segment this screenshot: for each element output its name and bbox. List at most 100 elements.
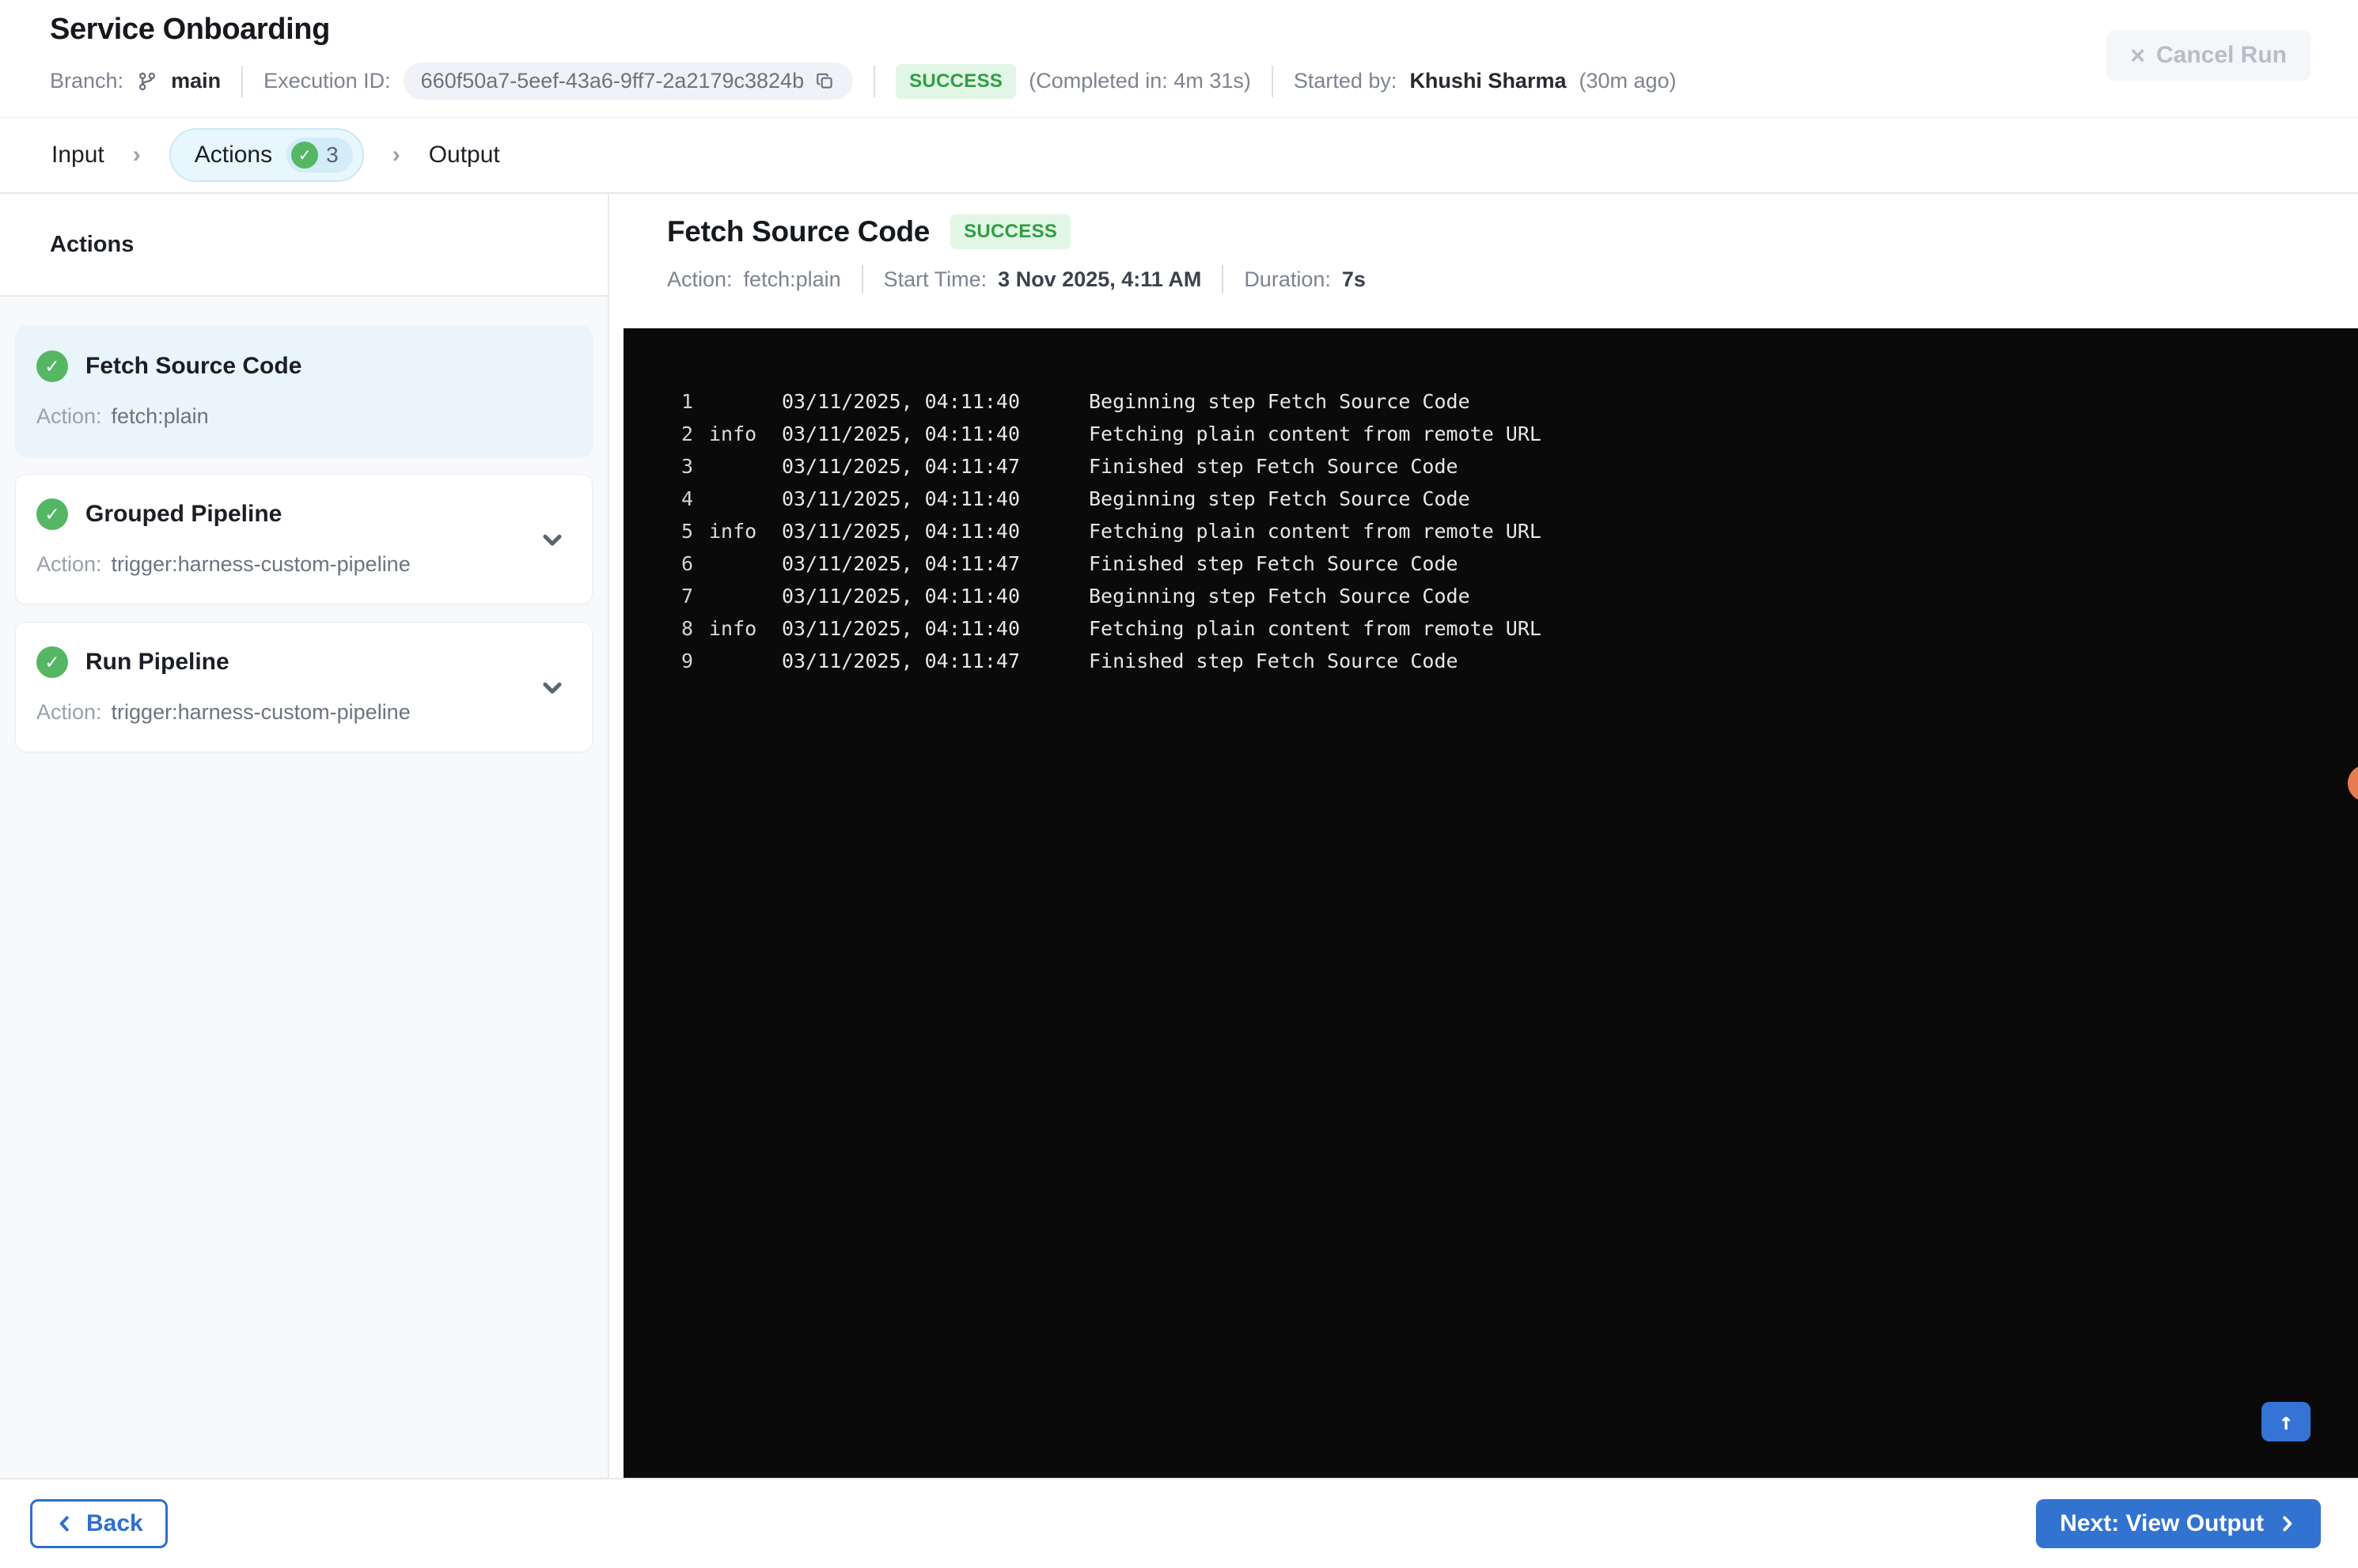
back-button[interactable]: Back (30, 1499, 168, 1548)
action-card-title: Grouped Pipeline (85, 501, 282, 527)
divider (1271, 65, 1273, 97)
action-detail-panel: Fetch Source Code SUCCESS Action: fetch:… (609, 194, 2358, 1478)
sidebar-heading: Actions (50, 231, 135, 257)
log-time: 03/11/2025, 04:11:40 (782, 617, 1021, 640)
log-num: 8 (680, 617, 693, 640)
footer-bar: Back Next: View Output (0, 1478, 2358, 1568)
chevron-right-icon: › (392, 142, 400, 168)
check-icon: ✓ (36, 350, 68, 382)
copy-icon[interactable] (815, 71, 836, 92)
execution-id-label: Execution ID: (263, 69, 391, 93)
action-label: Action: (36, 700, 102, 724)
log-line: 4 03/11/2025, 04:11:40 Beginning step Fetc… (624, 483, 2358, 515)
log-msg: Finished step Fetch Source Code (1089, 455, 1458, 478)
log-num: 7 (680, 585, 693, 608)
log-line: 6 03/11/2025, 04:11:47 Finished step Fetch… (624, 547, 2358, 580)
actions-sidebar: Actions ✓ Fetch Source Code Action: fetch… (0, 194, 609, 1478)
log-time: 03/11/2025, 04:11:47 (782, 552, 1021, 575)
log-line: 5 info 03/11/2025, 04:11:40 Fetching plain … (624, 515, 2358, 547)
action-card-title: Fetch Source Code (85, 353, 302, 379)
divider (241, 65, 244, 97)
log-time: 03/11/2025, 04:11:40 (782, 487, 1021, 510)
chevron-right-icon (2276, 1513, 2297, 1534)
execution-id-value: 660f50a7-5eef-43a6-9ff7-2a2179c3824b (420, 69, 805, 93)
log-line: 2 info 03/11/2025, 04:11:40 Fetching plain … (624, 418, 2358, 450)
scroll-to-top-button[interactable]: ↑ (2261, 1402, 2311, 1441)
chevron-right-icon: › (132, 142, 141, 168)
actions-count-value: 3 (326, 142, 339, 167)
next-label: Next: View Output (2060, 1510, 2264, 1536)
log-msg: Beginning step Fetch Source Code (1089, 487, 1470, 510)
tab-actions[interactable]: Actions ✓ 3 (169, 128, 364, 182)
action-label: Action: (36, 552, 102, 576)
action-value: trigger:harness-custom-pipeline (111, 700, 411, 724)
actions-count-badge: ✓ 3 (286, 138, 353, 172)
status-badge: SUCCESS (896, 63, 1017, 99)
log-level (693, 645, 766, 677)
log-msg: Finished step Fetch Source Code (1089, 552, 1458, 575)
log-console[interactable]: 1 03/11/2025, 04:11:40 Beginning step Fetc… (624, 328, 2358, 1478)
log-time: 03/11/2025, 04:11:47 (782, 455, 1021, 478)
stepper-tabs: Input › Actions ✓ 3 › Output (0, 117, 2358, 194)
tab-actions-label: Actions (194, 142, 273, 168)
detail-meta-row: Action: fetch:plain Start Time: 3 Nov 20… (667, 265, 2358, 294)
detail-header: Fetch Source Code SUCCESS Action: fetch:… (609, 194, 2358, 328)
check-icon: ✓ (36, 646, 68, 678)
actions-list: ✓ Fetch Source Code Action: fetch:plain ✓… (0, 297, 608, 1478)
arrow-up-icon: ↑ (2278, 1407, 2294, 1436)
cancel-run-button[interactable]: × Cancel Run (2106, 30, 2311, 81)
log-msg: Beginning step Fetch Source Code (1089, 390, 1470, 413)
log-line: 7 03/11/2025, 04:11:40 Beginning step Fetc… (624, 580, 2358, 612)
cancel-run-label: Cancel Run (2155, 42, 2287, 68)
chevron-down-icon[interactable] (538, 673, 567, 702)
execution-id-pill: 660f50a7-5eef-43a6-9ff7-2a2179c3824b (403, 62, 854, 100)
back-label: Back (86, 1510, 143, 1536)
action-card-fetch-source-code[interactable]: ✓ Fetch Source Code Action: fetch:plain (15, 326, 593, 456)
detail-status-badge: SUCCESS (950, 214, 1071, 249)
detail-action-value: fetch:plain (743, 267, 841, 291)
page-header: Service Onboarding × Cancel Run Branch: … (0, 0, 2358, 117)
close-icon: × (2130, 41, 2145, 70)
log-msg: Fetching plain content from remote URL (1089, 422, 1541, 445)
log-msg: Fetching plain content from remote URL (1089, 520, 1541, 543)
divider (861, 265, 863, 294)
chevron-left-icon (55, 1513, 75, 1534)
detail-action-label: Action: (667, 267, 733, 291)
action-label: Action: (36, 404, 102, 428)
chevron-down-icon[interactable] (538, 525, 567, 554)
branch-label: Branch: (50, 69, 124, 93)
page-title: Service Onboarding (50, 13, 330, 46)
started-by-label: Started by: (1293, 69, 1397, 93)
log-num: 4 (680, 487, 693, 510)
log-line: 8 info 03/11/2025, 04:11:40 Fetching plain … (624, 612, 2358, 645)
next-view-output-button[interactable]: Next: View Output (2036, 1499, 2321, 1548)
tab-input[interactable]: Input (51, 142, 104, 169)
started-by-name: Khushi Sharma (1409, 69, 1567, 93)
log-time: 03/11/2025, 04:11:40 (782, 422, 1021, 445)
completed-in-text: (Completed in: 4m 31s) (1029, 69, 1251, 93)
log-level: info (709, 520, 757, 543)
action-card-title: Run Pipeline (85, 649, 229, 675)
git-branch-icon (136, 70, 158, 93)
action-card-grouped-pipeline[interactable]: ✓ Grouped Pipeline Action: trigger:harnes… (15, 474, 593, 604)
app-window: Service Onboarding × Cancel Run Branch: … (0, 0, 2358, 1568)
log-level (693, 580, 766, 612)
log-level (693, 385, 766, 418)
sidebar-header: Actions (0, 194, 608, 297)
start-time-label: Start Time: (883, 267, 988, 291)
log-line: 1 03/11/2025, 04:11:40 Beginning step Fetc… (624, 385, 2358, 418)
execution-meta-row: Branch: main Execution ID: 660f50a7-5eef… (50, 62, 2311, 100)
log-num: 2 (680, 422, 693, 445)
log-level (693, 483, 766, 515)
detail-title: Fetch Source Code (667, 215, 931, 248)
action-card-run-pipeline[interactable]: ✓ Run Pipeline Action: trigger:harness-cu… (15, 622, 593, 752)
log-time: 03/11/2025, 04:11:40 (782, 585, 1021, 608)
tab-output[interactable]: Output (429, 142, 500, 169)
log-num: 1 (680, 390, 693, 413)
log-level (693, 547, 766, 580)
log-msg: Fetching plain content from remote URL (1089, 617, 1541, 640)
duration-label: Duration: (1244, 267, 1331, 291)
divider (1222, 265, 1224, 294)
log-level: info (709, 422, 757, 445)
log-level (693, 450, 766, 483)
